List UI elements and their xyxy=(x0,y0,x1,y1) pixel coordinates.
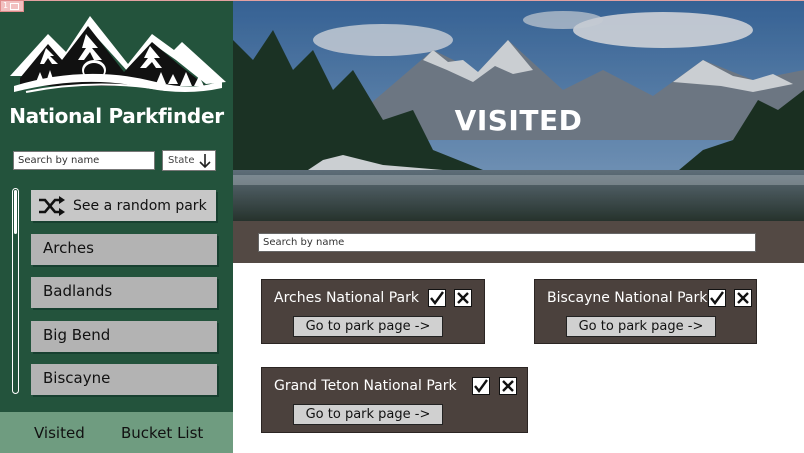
nav-visited-link[interactable]: Visited xyxy=(34,424,85,442)
remove-checkbox[interactable] xyxy=(454,289,472,307)
visited-checkbox[interactable] xyxy=(708,289,726,307)
go-to-park-button[interactable]: Go to park page -> xyxy=(293,316,443,337)
go-to-park-button[interactable]: Go to park page -> xyxy=(566,316,716,337)
park-card: Arches National Park Go to park page -> xyxy=(261,279,485,344)
remove-checkbox[interactable] xyxy=(734,289,752,307)
arrow-down-icon xyxy=(199,154,211,169)
hero-banner: VISITED xyxy=(233,0,804,221)
scrollbar-thumb[interactable] xyxy=(14,190,17,234)
park-search-input[interactable]: Search by name xyxy=(13,151,155,170)
frame-number: 1 xyxy=(3,1,9,10)
frame-marker: 1 xyxy=(0,0,24,12)
filter-bar: Search by name xyxy=(233,221,804,263)
park-card-name: Arches National Park xyxy=(274,290,419,306)
park-card: Grand Teton National Park Go to park pag… xyxy=(261,367,528,433)
visited-search-input[interactable]: Search by name xyxy=(258,233,756,252)
park-list-item[interactable]: Biscayne xyxy=(31,364,217,395)
visited-checkbox[interactable] xyxy=(428,289,446,307)
random-park-label: See a random park xyxy=(73,197,207,214)
park-card: Biscayne National Park Go to park page -… xyxy=(534,279,757,344)
park-card-name: Biscayne National Park xyxy=(547,290,708,306)
visited-checkbox[interactable] xyxy=(472,377,490,395)
random-park-button[interactable]: See a random park xyxy=(31,190,216,221)
close-icon xyxy=(737,292,749,304)
nav-bucket-list-link[interactable]: Bucket List xyxy=(121,424,203,442)
hero-title: VISITED xyxy=(454,104,583,137)
park-card-name: Grand Teton National Park xyxy=(274,378,457,394)
park-list-item[interactable]: Arches xyxy=(31,234,217,265)
remove-checkbox[interactable] xyxy=(499,377,517,395)
app-title: National Parkfinder xyxy=(9,104,224,128)
state-filter-button[interactable]: State xyxy=(162,150,216,171)
check-icon xyxy=(710,291,724,305)
park-list-item[interactable]: Badlands xyxy=(31,277,217,308)
check-icon xyxy=(430,291,444,305)
close-icon xyxy=(502,380,514,392)
bottom-nav: Visited Bucket List xyxy=(0,412,233,453)
state-filter-label: State xyxy=(168,155,195,166)
frame-border xyxy=(0,0,804,1)
sidebar: National Parkfinder Search by name State… xyxy=(0,0,233,453)
park-list-item[interactable]: Big Bend xyxy=(31,321,217,352)
mountain-logo-icon xyxy=(10,16,226,93)
go-to-park-button[interactable]: Go to park page -> xyxy=(293,404,443,425)
close-icon xyxy=(457,292,469,304)
shuffle-icon xyxy=(39,195,65,216)
check-icon xyxy=(474,379,488,393)
frame-icon xyxy=(10,2,20,10)
